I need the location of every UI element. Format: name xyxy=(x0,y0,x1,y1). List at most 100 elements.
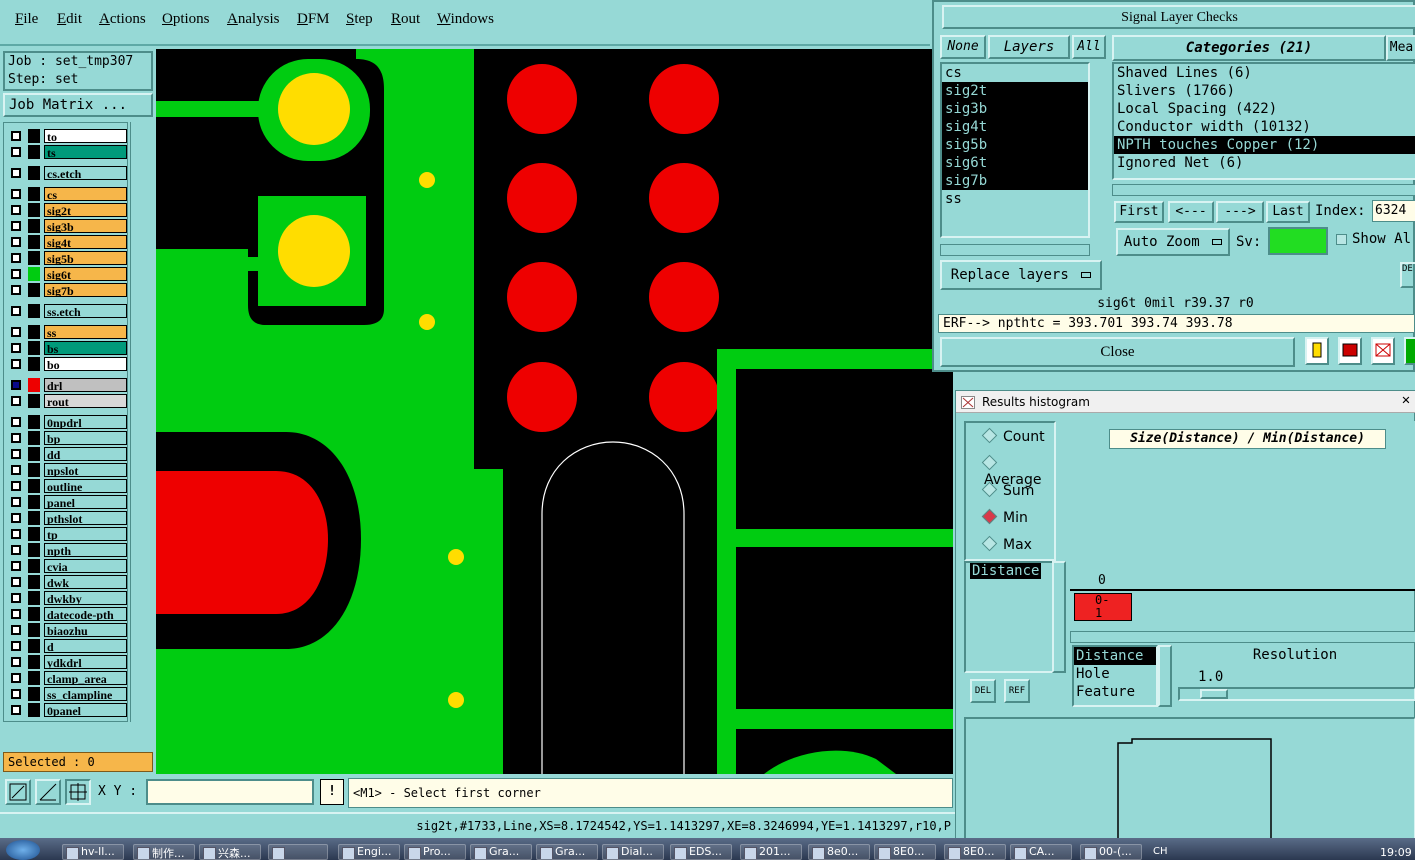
layer-name[interactable]: cs xyxy=(44,187,127,201)
category-list-item[interactable]: Local Spacing (422) xyxy=(1114,100,1415,118)
layer-row[interactable]: bp xyxy=(8,431,128,445)
layers-button[interactable]: Layers xyxy=(988,35,1070,59)
taskbar-item[interactable]: 00-(... xyxy=(1080,844,1142,860)
resolution-slider[interactable] xyxy=(1178,687,1415,701)
layer-name[interactable]: d xyxy=(44,639,127,653)
layer-checkbox[interactable] xyxy=(11,269,21,279)
none-button[interactable]: None xyxy=(940,35,986,59)
categories-button[interactable]: Categories (21) xyxy=(1112,35,1386,61)
layer-color-swatch[interactable] xyxy=(28,283,40,297)
taskbar-item[interactable]: 制作... xyxy=(133,844,195,860)
layer-checkbox[interactable] xyxy=(11,481,21,491)
del-button[interactable]: DEL xyxy=(970,679,996,703)
attribute-item[interactable]: Hole xyxy=(1074,665,1156,683)
taskbar-item[interactable]: Gra... xyxy=(536,844,598,860)
layer-row[interactable]: pthslot xyxy=(8,511,128,525)
taskbar-item[interactable]: CA... xyxy=(1010,844,1072,860)
layer-name[interactable]: biaozhu xyxy=(44,623,127,637)
sv-color-dropdown[interactable] xyxy=(1268,227,1328,255)
layer-list-item[interactable]: sig7b xyxy=(942,172,1088,190)
layer-checkbox[interactable] xyxy=(11,641,21,651)
layer-color-swatch[interactable] xyxy=(28,203,40,217)
category-list-item[interactable]: NPTH touches Copper (12) xyxy=(1114,136,1415,154)
attribute-item[interactable]: Feature xyxy=(1074,683,1156,701)
layer-color-swatch[interactable] xyxy=(28,304,40,318)
layer-name[interactable]: bs xyxy=(44,341,127,355)
all-button[interactable]: All xyxy=(1072,35,1106,59)
category-list-item[interactable]: Ignored Net (6) xyxy=(1114,154,1415,172)
layer-name[interactable]: outline xyxy=(44,479,127,493)
layer-row[interactable]: tp xyxy=(8,527,128,541)
layer-color-swatch[interactable] xyxy=(28,511,40,525)
layer-checkbox[interactable] xyxy=(11,306,21,316)
layer-checkbox[interactable] xyxy=(11,705,21,715)
category-list-item[interactable]: Shaved Lines (6) xyxy=(1114,64,1415,82)
layer-row[interactable]: sig7b xyxy=(8,283,128,297)
radio-icon[interactable] xyxy=(981,454,998,471)
layer-checkbox[interactable] xyxy=(11,593,21,603)
layer-row[interactable]: ss_clampline xyxy=(8,687,128,701)
layer-row[interactable]: ss.etch xyxy=(8,304,128,318)
taskbar-item[interactable]: 8E0... xyxy=(874,844,936,860)
layer-name[interactable]: dwkby xyxy=(44,591,127,605)
layer-name[interactable]: rout xyxy=(44,394,127,408)
category-list-item[interactable]: Conductor width (10132) xyxy=(1114,118,1415,136)
option-max[interactable]: Max xyxy=(981,535,1032,553)
layer-color-swatch[interactable] xyxy=(28,378,40,392)
menu-step[interactable]: Step xyxy=(346,11,373,28)
layer-checkbox[interactable] xyxy=(11,465,21,475)
attribute-item[interactable]: Distance xyxy=(1074,647,1156,665)
layer-checkbox[interactable] xyxy=(11,327,21,337)
layer-color-swatch[interactable] xyxy=(28,251,40,265)
layer-color-swatch[interactable] xyxy=(28,357,40,371)
layer-color-swatch[interactable] xyxy=(28,187,40,201)
layer-checkbox[interactable] xyxy=(11,396,21,406)
layer-row[interactable]: panel xyxy=(8,495,128,509)
zoom-window-icon[interactable] xyxy=(5,779,31,805)
layer-name[interactable]: ss.etch xyxy=(44,304,127,318)
layer-list-item[interactable]: sig4t xyxy=(942,118,1088,136)
layer-row[interactable]: 0npdrl xyxy=(8,415,128,429)
layer-color-swatch[interactable] xyxy=(28,671,40,685)
input-language[interactable]: CH xyxy=(1153,846,1168,857)
layer-name[interactable]: ts xyxy=(44,145,127,159)
layer-checkbox[interactable] xyxy=(11,343,21,353)
layer-color-swatch[interactable] xyxy=(28,527,40,541)
snap-grid-icon[interactable] xyxy=(65,779,91,805)
xy-input[interactable] xyxy=(146,779,314,805)
job-matrix-button[interactable]: Job Matrix ... xyxy=(3,93,153,117)
layer-name[interactable]: sig7b xyxy=(44,283,127,297)
layer-name[interactable]: pthslot xyxy=(44,511,127,525)
layer-checkbox[interactable] xyxy=(11,380,21,390)
last-button[interactable]: Last xyxy=(1266,201,1310,223)
layer-row[interactable]: datecode-pth xyxy=(8,607,128,621)
layer-row[interactable]: d xyxy=(8,639,128,653)
layer-name[interactable]: npslot xyxy=(44,463,127,477)
layer-row[interactable]: 0panel xyxy=(8,703,128,717)
histogram-hscroll[interactable] xyxy=(1070,631,1415,643)
layer-row[interactable]: to xyxy=(8,129,128,143)
layer-color-swatch[interactable] xyxy=(28,655,40,669)
layer-checkbox[interactable] xyxy=(11,609,21,619)
layer-list-scrollbar[interactable] xyxy=(130,122,152,722)
layer-color-swatch[interactable] xyxy=(28,479,40,493)
layer-color-swatch[interactable] xyxy=(28,415,40,429)
layer-row[interactable]: cs.etch xyxy=(8,166,128,180)
taskbar-item[interactable]: Pro... xyxy=(404,844,466,860)
layer-row[interactable]: bo xyxy=(8,357,128,371)
layer-list-item[interactable]: sig6t xyxy=(942,154,1088,172)
layer-row[interactable]: ydkdrl xyxy=(8,655,128,669)
layer-row[interactable]: sig5b xyxy=(8,251,128,265)
menu-file[interactable]: File xyxy=(15,11,38,28)
layer-color-swatch[interactable] xyxy=(28,639,40,653)
layer-name[interactable]: bp xyxy=(44,431,127,445)
option-min[interactable]: Min xyxy=(981,508,1028,526)
layer-list-item[interactable]: ss xyxy=(942,190,1088,208)
layer-checkbox[interactable] xyxy=(11,513,21,523)
taskbar-item[interactable]: 8E0... xyxy=(944,844,1006,860)
layer-row[interactable]: rout xyxy=(8,394,128,408)
layer-name[interactable]: clamp_area xyxy=(44,671,127,685)
layer-row[interactable]: npth xyxy=(8,543,128,557)
layer-list-item[interactable]: sig3b xyxy=(942,100,1088,118)
layer-row[interactable]: sig6t xyxy=(8,267,128,281)
